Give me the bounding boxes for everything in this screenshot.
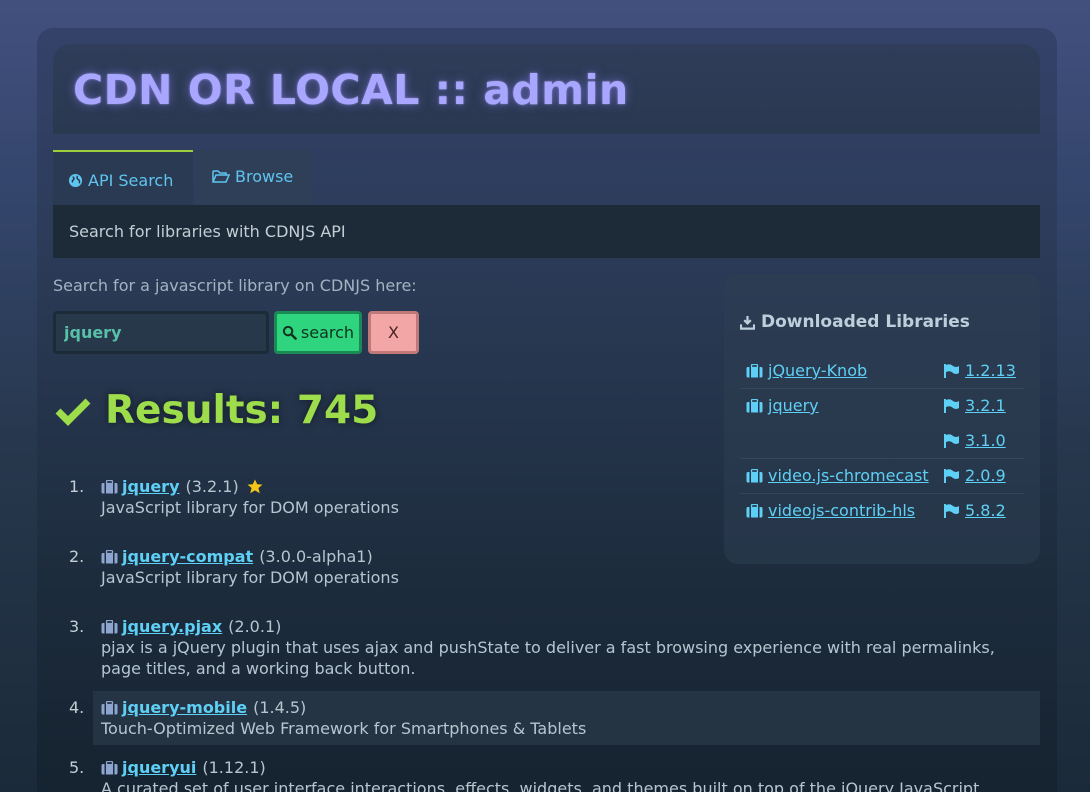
downloaded-library-row: 3.1.0: [740, 423, 1024, 459]
result-version: (2.0.1): [228, 617, 282, 636]
folder-open-icon: [212, 169, 230, 183]
library-version-link[interactable]: 5.8.2: [944, 501, 1006, 520]
result-link-jquery-mobile[interactable]: jquery-mobile: [122, 697, 247, 718]
tab-label: Browse: [235, 166, 294, 186]
downloaded-library-row: jQuery-Knob 1.2.13: [740, 353, 1024, 389]
library-name: video.js-chromecast: [768, 466, 929, 485]
result-link-jqueryui[interactable]: jqueryui: [122, 757, 196, 778]
briefcase-icon: [101, 760, 118, 774]
flag-icon: [944, 468, 959, 483]
library-version: 3.2.1: [965, 396, 1006, 415]
tab-panel-text: Search for libraries with CDNJS API: [69, 222, 346, 241]
briefcase-icon: [746, 468, 763, 482]
results-count: Results: 745: [105, 388, 379, 433]
briefcase-icon: [746, 398, 763, 412]
library-version: 3.1.0: [965, 431, 1006, 450]
result-number: 3.: [69, 617, 85, 636]
result-description: A curated set of user interface interact…: [101, 779, 980, 792]
library-name: jQuery-Knob: [768, 361, 868, 380]
page-title: CDN OR LOCAL :: admin: [73, 66, 629, 114]
search-icon: [282, 325, 297, 340]
briefcase-icon: [101, 700, 118, 714]
library-link-jquery[interactable]: jquery: [746, 396, 819, 415]
result-item: 3. jquery.pjax (2.0.1) pjax is a jQuery …: [53, 610, 1040, 685]
briefcase-icon: [101, 619, 118, 633]
briefcase-icon: [101, 549, 118, 563]
flag-icon: [944, 503, 959, 518]
library-name: jquery: [768, 396, 819, 415]
flag-icon: [944, 433, 959, 448]
result-number: 1.: [69, 477, 85, 496]
result-version: (3.2.1): [185, 477, 239, 496]
download-icon: [740, 315, 755, 330]
library-version-link[interactable]: 3.2.1: [944, 396, 1006, 415]
downloaded-library-row: video.js-chromecast 2.0.9: [740, 458, 1024, 494]
downloaded-library-row: jquery 3.2.1: [740, 388, 1024, 423]
briefcase-icon: [101, 479, 118, 493]
search-button-label: search: [300, 323, 355, 342]
library-version-link[interactable]: 2.0.9: [944, 466, 1006, 485]
result-link-jquery-compat[interactable]: jquery-compat: [122, 546, 253, 567]
library-version-link[interactable]: 3.1.0: [944, 431, 1006, 450]
app-header: CDN OR LOCAL :: admin: [53, 44, 1040, 134]
search-input[interactable]: [53, 311, 269, 354]
results-heading: Results: 745: [55, 388, 378, 433]
search-prompt: Search for a javascript library on CDNJS…: [53, 276, 417, 295]
flag-icon: [944, 398, 959, 413]
downloaded-library-row: videojs-contrib-hls 5.8.2: [740, 493, 1024, 528]
tab-browse[interactable]: Browse: [195, 150, 311, 204]
check-icon: [55, 398, 91, 426]
result-description: JavaScript library for DOM operations: [101, 568, 399, 587]
library-version-link[interactable]: 1.2.13: [944, 361, 1016, 380]
result-description: Touch-Optimized Web Framework for Smartp…: [101, 719, 587, 738]
downloaded-libraries-panel: Downloaded Libraries jQuery-Knob 1.2.13 …: [724, 274, 1040, 564]
result-item: 5. jqueryui (1.12.1) A curated set of us…: [53, 751, 1040, 792]
result-version: (1.12.1): [202, 758, 266, 777]
result-version: (3.0.0-alpha1): [259, 547, 373, 566]
flag-icon: [944, 363, 959, 378]
search-button[interactable]: search: [274, 311, 362, 354]
library-link-videojs-contrib-hls[interactable]: videojs-contrib-hls: [746, 501, 915, 520]
tab-api-search[interactable]: API Search: [53, 150, 193, 205]
tab-label: API Search: [88, 171, 174, 190]
briefcase-icon: [746, 363, 763, 377]
library-link-jquery-knob[interactable]: jQuery-Knob: [746, 361, 867, 380]
result-description: pjax is a jQuery plugin that uses ajax a…: [101, 638, 995, 678]
library-link-video-js-chromecast[interactable]: video.js-chromecast: [746, 466, 929, 485]
library-version: 2.0.9: [965, 466, 1006, 485]
briefcase-icon: [746, 503, 763, 517]
library-version: 5.8.2: [965, 501, 1006, 520]
clear-button-label: X: [388, 323, 399, 342]
downloaded-libraries-title-text: Downloaded Libraries: [761, 312, 970, 332]
globe-icon: [68, 173, 83, 188]
result-number: 5.: [69, 758, 85, 777]
result-number: 2.: [69, 547, 85, 566]
result-version: (1.4.5): [253, 698, 307, 717]
tab-panel: Search for libraries with CDNJS API: [53, 205, 1040, 258]
downloaded-libraries-title: Downloaded Libraries: [740, 312, 970, 332]
result-item: 4. jquery-mobile (1.4.5) Touch-Optimized…: [69, 691, 1040, 745]
star-icon: [247, 479, 263, 494]
library-version: 1.2.13: [965, 361, 1016, 380]
result-number: 4.: [69, 698, 85, 717]
clear-button[interactable]: X: [368, 311, 419, 354]
result-link-jquery[interactable]: jquery: [122, 476, 180, 497]
result-link-jquery-pjax[interactable]: jquery.pjax: [122, 616, 222, 637]
library-name: videojs-contrib-hls: [768, 501, 916, 520]
